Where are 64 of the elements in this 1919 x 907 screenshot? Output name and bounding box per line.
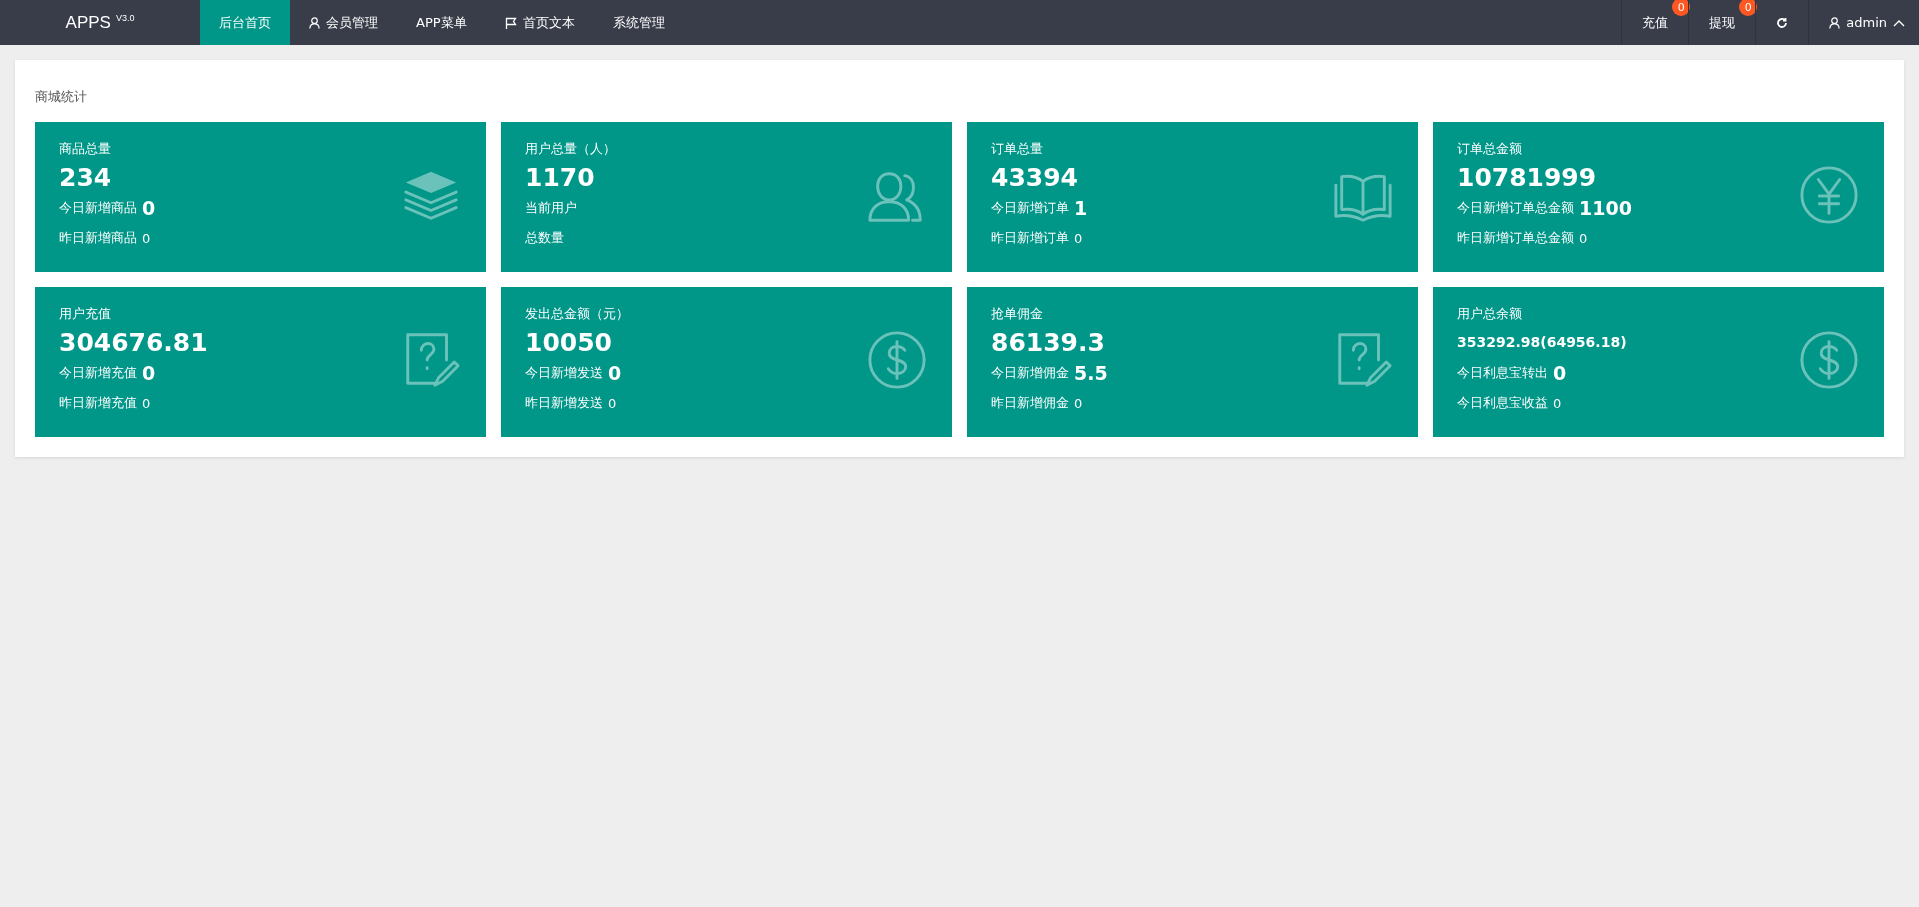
stat-value: 0 xyxy=(608,395,617,411)
stat-value: 1 xyxy=(1074,197,1088,219)
dollar-icon xyxy=(1798,329,1860,391)
stat-value: 0 xyxy=(1579,230,1588,246)
stat-value: 0 xyxy=(608,362,622,384)
card-value: 10781999 xyxy=(1457,162,1598,192)
stat-value: 0 xyxy=(142,362,156,384)
stat-label: 今日新增佣金 xyxy=(991,364,1069,382)
stat-label: 今日新增订单总金额 xyxy=(1457,199,1574,217)
card-title: 用户充值 xyxy=(59,305,112,323)
user-icon xyxy=(1829,16,1841,29)
nav-tab[interactable]: 会员管理 xyxy=(290,0,397,45)
card-title: 订单总量 xyxy=(991,140,1044,158)
card-value: 1170 xyxy=(525,162,596,192)
stat-label: 昨日新增商品 xyxy=(59,229,137,247)
stat-value: 1100 xyxy=(1579,197,1632,219)
stat-value: 0 xyxy=(142,230,151,246)
card-value: 10050 xyxy=(525,327,613,357)
stat-value: 0 xyxy=(1074,395,1083,411)
card-value: 304676.81 xyxy=(59,327,209,357)
stat-value: 0 xyxy=(1553,395,1562,411)
nav-tab[interactable]: 系统管理 xyxy=(593,0,684,45)
stat-label: 昨日新增充值 xyxy=(59,394,137,412)
panel-title: 商城统计 xyxy=(35,88,88,106)
nav-tab[interactable]: APP菜单 xyxy=(397,0,486,45)
stat-label: 今日利息宝转出 xyxy=(1457,364,1548,382)
menu-link[interactable]: 提现 0 xyxy=(1688,0,1756,45)
card-value: 43394 xyxy=(991,162,1079,192)
flag-icon xyxy=(504,16,517,29)
refresh-icon xyxy=(1776,16,1789,29)
card-title: 用户总余额 xyxy=(1457,305,1523,323)
caret-icon xyxy=(1893,18,1905,27)
card-title: 订单总金额 xyxy=(1457,140,1523,158)
stat-value: 0 xyxy=(1553,362,1567,384)
stat-value: 0 xyxy=(1074,230,1083,246)
dollar-icon xyxy=(866,329,928,391)
stat-label: 总数量 xyxy=(525,229,564,247)
stat-label: 今日利息宝收益 xyxy=(1457,394,1548,412)
card-title: 用户总量（人） xyxy=(525,140,617,158)
yen-icon xyxy=(1798,164,1860,226)
stat-label: 当前用户 xyxy=(525,199,577,217)
nav-tab[interactable]: 后台首页 xyxy=(200,0,290,45)
brand-logo: APPS $^{V3.0}$ xyxy=(65,12,135,33)
card-value: 353292.98(64956.18) xyxy=(1457,333,1628,352)
user-menu[interactable]: admin xyxy=(1808,0,1919,45)
stat-label: 昨日新增订单 xyxy=(991,229,1069,247)
stat-label: 昨日新增订单总金额 xyxy=(1457,229,1574,247)
card-title: 发出总金额（元） xyxy=(525,305,630,323)
stat-value: 5.5 xyxy=(1074,362,1108,384)
user-icon xyxy=(309,16,320,29)
card-value: 86139.3 xyxy=(991,327,1106,357)
stat-value: 0 xyxy=(142,395,151,411)
card-value: 234 xyxy=(59,162,113,192)
stat-label: 昨日新增发送 xyxy=(525,394,603,412)
stat-label: 今日新增充值 xyxy=(59,364,137,382)
stat-label: 昨日新增佣金 xyxy=(991,394,1069,412)
menu-link[interactable]: 充值 0 xyxy=(1621,0,1689,45)
stat-label: 今日新增发送 xyxy=(525,364,603,382)
card-title: 商品总量 xyxy=(59,140,112,158)
stat-label: 今日新增订单 xyxy=(991,199,1069,217)
stat-value: 0 xyxy=(142,197,156,219)
nav-tab[interactable]: 首页文本 xyxy=(485,0,594,45)
stat-label: 今日新增商品 xyxy=(59,199,137,217)
card-title: 抢单佣金 xyxy=(991,305,1044,323)
